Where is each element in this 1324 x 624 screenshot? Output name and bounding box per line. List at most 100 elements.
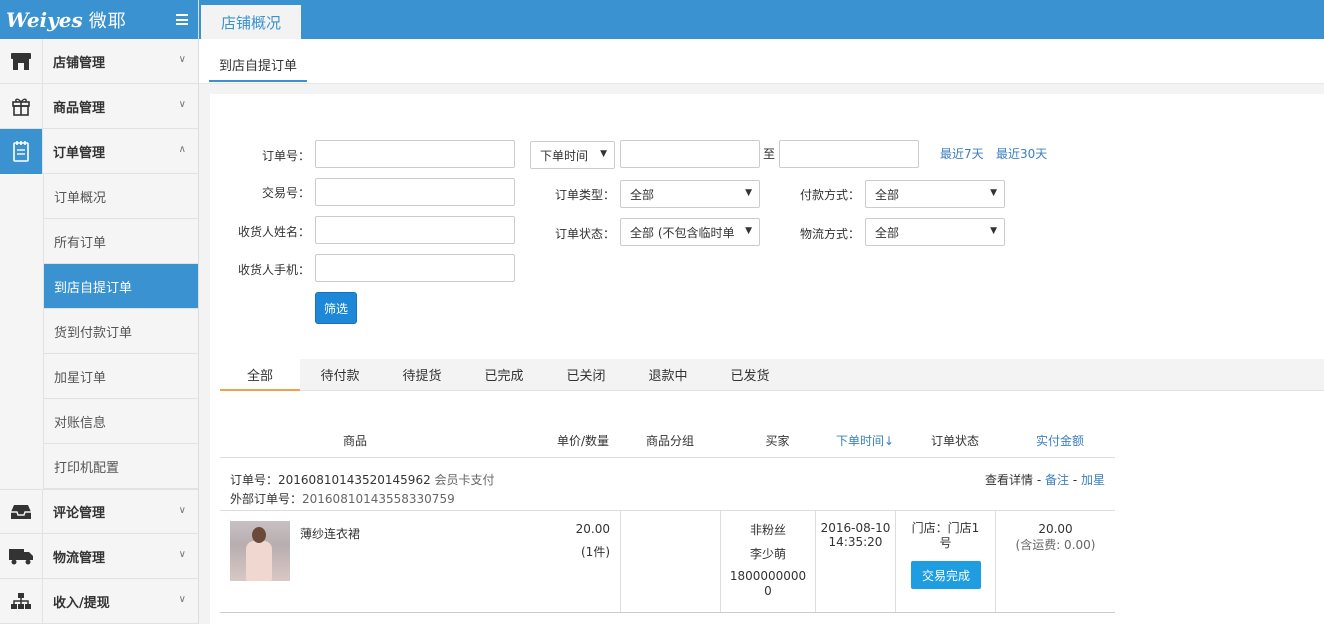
product-group-cell	[620, 511, 720, 612]
tab-store-overview[interactable]: 店铺概况	[201, 5, 301, 39]
sidebar-item-order-management[interactable]: 订单管理 ∧	[0, 128, 198, 174]
order-no-label: 订单号：	[230, 473, 279, 487]
time-type-select[interactable]: 下单时间 ▼	[530, 141, 615, 169]
last-7-days-link[interactable]: 最近7天	[940, 145, 984, 162]
chevron-down-icon: ∨	[178, 594, 186, 605]
view-detail-link[interactable]: 查看详情	[985, 473, 1033, 487]
price-qty-cell: 20.00 (1件)	[530, 511, 620, 612]
order-clock: 14:35:20	[828, 535, 883, 549]
tab-refunding[interactable]: 退款中	[628, 359, 708, 390]
caret-down-icon: ▼	[745, 188, 752, 198]
sidebar-item-label: 店铺管理	[53, 55, 106, 71]
end-date-input[interactable]	[779, 140, 919, 168]
order-status-select[interactable]: 全部 (不包含临时单 ▼	[620, 218, 760, 246]
product-thumbnail[interactable]	[230, 521, 290, 581]
paid-amount-cell: 20.00 (含运费: 0.00)	[995, 511, 1115, 612]
tab-pending-payment[interactable]: 待付款	[300, 359, 380, 390]
sub-header: 到店自提订单	[199, 39, 1324, 84]
filter-button[interactable]: 筛选	[315, 292, 357, 324]
sidebar-item-product-management[interactable]: 商品管理 ∨	[0, 83, 198, 129]
unit-price: 20.00	[575, 522, 610, 536]
sidebar: Weiyes 微耶 店铺管理 ∨ 商品管理 ∨ 订单管理 ∧ 订单概况 所有订单…	[0, 0, 199, 624]
chevron-up-icon: ∧	[178, 144, 186, 155]
notepad-icon	[0, 128, 43, 174]
pay-method-select-value: 全部	[875, 187, 900, 202]
caret-down-icon: ▼	[600, 149, 607, 159]
order-time-cell: 2016-08-10 14:35:20	[815, 511, 895, 612]
inbox-icon	[0, 489, 43, 534]
order-actions: 查看详情 - 备注 - 加星	[985, 471, 1105, 488]
col-price-qty: 单价/数量	[556, 434, 610, 448]
chevron-down-icon: ∨	[178, 505, 186, 516]
sidebar-item-review-management[interactable]: 评论管理 ∨	[0, 489, 198, 534]
add-star-link[interactable]: 加星	[1081, 473, 1105, 487]
sidebar-subitem-store-pickup-orders[interactable]: 到店自提订单	[43, 264, 198, 309]
sidebar-subitem-cod-orders[interactable]: 货到付款订单	[43, 309, 198, 354]
caret-down-icon: ▼	[990, 188, 997, 198]
order-type-select-value: 全部	[630, 187, 655, 202]
pay-method-select[interactable]: 全部 ▼	[865, 180, 1005, 208]
logo[interactable]: Weiyes 微耶	[0, 0, 198, 39]
col-paid-amount-sort[interactable]: 实付金额	[1005, 432, 1115, 449]
trade-no-label: 交易号：	[261, 186, 310, 200]
sidebar-item-store-management[interactable]: 店铺管理 ∨	[0, 38, 198, 84]
chevron-down-icon: ∨	[178, 549, 186, 560]
order-info-row: 订单号：20160810143520145962 会员卡支付 外部订单号：201…	[220, 458, 1115, 511]
caret-down-icon: ▼	[990, 226, 997, 236]
quantity: (1件)	[581, 545, 610, 559]
start-date-input[interactable]	[620, 140, 760, 168]
submenu-gutter	[0, 174, 43, 489]
add-note-link[interactable]: 备注	[1045, 473, 1069, 487]
sidebar-item-label: 商品管理	[53, 100, 106, 116]
buyer-name: 李少萌	[749, 547, 786, 561]
sidebar-item-logistics-management[interactable]: 物流管理 ∨	[0, 533, 198, 579]
ext-no-value: 20160810143558330759	[302, 492, 455, 506]
sidebar-item-label: 收入/提现	[53, 595, 110, 611]
trade-complete-button[interactable]: 交易完成	[911, 561, 981, 589]
store-icon	[0, 38, 43, 84]
logistics-select[interactable]: 全部 ▼	[865, 218, 1005, 246]
sidebar-item-label: 订单管理	[53, 145, 106, 161]
status-tabs: 全部 待付款 待提货 已完成 已关闭 退款中 已发货	[220, 359, 1324, 391]
product-name-link[interactable]: 薄纱连衣裙	[300, 525, 360, 542]
separator: -	[1033, 473, 1045, 487]
tab-closed[interactable]: 已关闭	[546, 359, 626, 390]
hamburger-menu-icon[interactable]	[176, 14, 188, 25]
col-order-status: 订单状态	[930, 434, 979, 448]
chevron-down-icon: ∨	[178, 54, 186, 65]
receiver-name-input[interactable]	[315, 216, 515, 244]
order-status-select-value: 全部 (不包含临时单	[630, 225, 735, 240]
order-number-line: 订单号：20160810143520145962 会员卡支付	[230, 471, 495, 488]
receiver-phone-input[interactable]	[315, 254, 515, 282]
tab-shipped[interactable]: 已发货	[710, 359, 790, 390]
pay-type: 会员卡支付	[434, 473, 495, 487]
sidebar-item-income-withdraw[interactable]: 收入/提现 ∨	[0, 578, 198, 624]
truck-icon	[0, 533, 43, 579]
order-date: 2016-08-10	[820, 521, 891, 535]
sidebar-subitem-starred-orders[interactable]: 加星订单	[43, 354, 198, 399]
col-order-time-sort[interactable]: 下单时间↓	[825, 432, 905, 449]
tab-completed[interactable]: 已完成	[464, 359, 544, 390]
top-bar: 店铺概况	[199, 0, 1324, 39]
order-no-input[interactable]	[315, 140, 515, 168]
sidebar-subitem-reconciliation[interactable]: 对账信息	[43, 399, 198, 444]
sidebar-item-label: 评论管理	[53, 506, 106, 521]
order-status-cell: 门店：门店1号 交易完成	[895, 511, 995, 612]
sidebar-subitem-order-overview[interactable]: 订单概况	[43, 174, 198, 219]
col-product-group: 商品分组	[645, 434, 694, 448]
trade-no-input[interactable]	[315, 178, 515, 206]
sidebar-item-label: 物流管理	[53, 550, 106, 566]
order-no-label: 订单号：	[261, 149, 310, 163]
tab-all[interactable]: 全部	[220, 359, 300, 391]
orders-table-header: 商品 单价/数量 商品分组 买家 下单时间↓ 订单状态 实付金额	[220, 424, 1115, 458]
order-type-select[interactable]: 全部 ▼	[620, 180, 760, 208]
table-row: 薄纱连衣裙 20.00 (1件) 非粉丝 李少萌 18000000000 201…	[220, 511, 1115, 613]
tab-pending-pickup[interactable]: 待提货	[382, 359, 462, 390]
sidebar-subitem-printer-config[interactable]: 打印机配置	[43, 444, 198, 489]
tab-store-pickup-orders[interactable]: 到店自提订单	[209, 51, 308, 82]
buyer-type: 非粉丝	[749, 523, 786, 537]
ext-no-label: 外部订单号：	[230, 492, 303, 506]
sidebar-subitem-all-orders[interactable]: 所有订单	[43, 219, 198, 264]
order-no-value: 20160810143520145962	[278, 473, 431, 487]
last-30-days-link[interactable]: 最近30天	[996, 145, 1047, 162]
